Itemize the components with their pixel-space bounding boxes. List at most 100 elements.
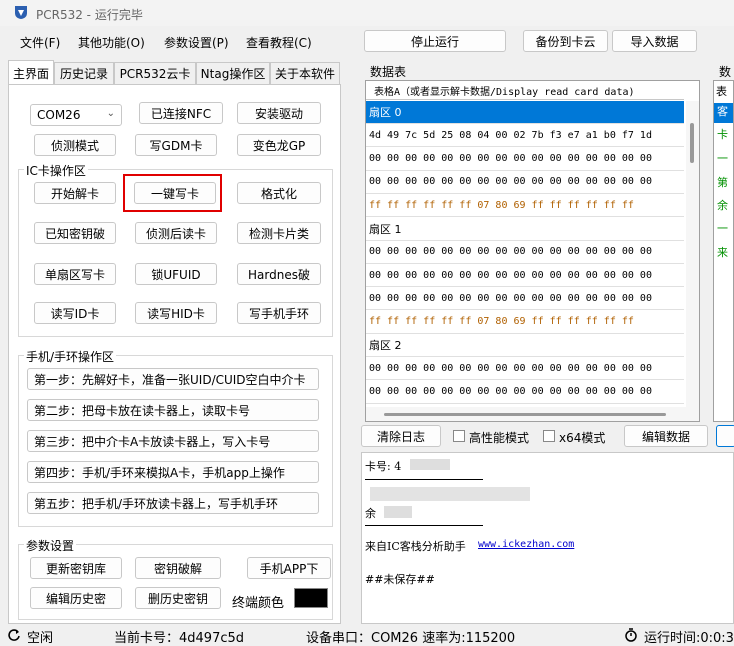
table-row[interactable]: ff ff ff ff ff ff 07 80 69 ff ff ff ff f… (366, 311, 684, 334)
log-source-link[interactable]: www.ickezhan.com (478, 539, 574, 550)
right-table-header: 表 (716, 85, 727, 98)
step-2-button[interactable]: 第二步：把母卡放在读卡器上，读取卡号 (27, 399, 319, 421)
known-key-crack-button[interactable]: 已知密钥破 (34, 222, 116, 244)
horizontal-scroll-thumb[interactable] (384, 413, 666, 416)
hardnes-crack-button[interactable]: Hardnes破 (237, 263, 321, 285)
status-current-card: 当前卡号：4d497c5d (114, 631, 245, 646)
tab-history[interactable]: 历史记录 (54, 62, 114, 84)
rw-id-card-button[interactable]: 读写ID卡 (34, 302, 116, 324)
table-row[interactable]: 00 00 00 00 00 00 00 00 00 00 00 00 00 0… (366, 381, 684, 404)
delete-history-key-button[interactable]: 删历史密钥 (135, 587, 221, 609)
data-table-label: 数据表 (370, 65, 407, 79)
table-row[interactable]: 00 00 00 00 00 00 00 00 00 00 00 00 00 0… (366, 171, 684, 194)
table-row[interactable]: 00 00 00 00 00 00 00 00 00 00 00 00 00 0… (366, 287, 684, 311)
high-perf-label: 高性能模式 (469, 431, 530, 445)
com-port-select[interactable]: COM26 ⌄ (30, 104, 122, 126)
table-header: 表格A（或者显示解卡数据/Display read card data) (366, 81, 684, 100)
step-3-button[interactable]: 第三步：把中介卡A卡放读卡器上，写入卡号 (27, 430, 319, 452)
rw-hid-card-button[interactable]: 读写HID卡 (135, 302, 217, 324)
edit-history-key-button[interactable]: 编辑历史密 (30, 587, 122, 609)
horizontal-scrollbar[interactable] (366, 407, 686, 421)
right-table-label: 数 (719, 65, 732, 79)
step-1-button[interactable]: 第一步：先解好卡，准备一张UID/CUID空白中介卡 (27, 368, 319, 390)
redacted-block (384, 506, 412, 518)
x64-label: x64模式 (559, 431, 606, 445)
right-table-item[interactable]: 第 (717, 174, 733, 194)
import-data-button[interactable]: 导入数据 (612, 30, 697, 52)
status-idle: 空闲 (27, 631, 54, 646)
sector-row[interactable]: 扇区 0 (366, 101, 684, 124)
stopwatch-icon (625, 628, 637, 642)
step-5-button[interactable]: 第五步：把手机/手环放读卡器上，写手机手环 (27, 492, 319, 514)
single-sector-write-button[interactable]: 单扇区写卡 (34, 263, 116, 285)
table-row[interactable]: 00 00 00 00 00 00 00 00 00 00 00 00 00 0… (366, 264, 684, 288)
tab-about[interactable]: 关于本软件 (270, 62, 340, 84)
write-bracelet-button[interactable]: 写手机手环 (237, 302, 321, 324)
ic-card-group-label: IC卡操作区 (24, 162, 88, 179)
table-row[interactable]: ff ff ff ff ff ff 07 80 69 ff ff ff ff f… (366, 194, 684, 218)
chevron-down-icon: ⌄ (106, 108, 115, 119)
status-runtime: 运行时间:0:0:3 (644, 631, 734, 646)
one-key-write-button[interactable]: 一键写卡 (134, 182, 216, 204)
log-divider (365, 479, 483, 480)
phone-bracelet-group-label: 手机/手环操作区 (24, 348, 117, 365)
connected-nfc-button[interactable]: 已连接NFC (139, 102, 223, 124)
title-bar: PCR532 - 运行完毕 (0, 0, 734, 26)
high-perf-checkbox[interactable] (453, 430, 465, 442)
log-area[interactable]: 卡号: 4 余 来自IC客栈分析助手 www.ickezhan.com ##未保… (361, 452, 734, 624)
clear-log-button[interactable]: 清除日志 (361, 425, 441, 447)
key-crack-button[interactable]: 密钥破解 (135, 557, 221, 579)
data-table[interactable]: 表格A（或者显示解卡数据/Display read card data) 扇区 … (365, 80, 700, 422)
right-table-item[interactable]: 卡 (717, 126, 733, 146)
format-button[interactable]: 格式化 (237, 182, 321, 204)
com-port-value: COM26 (37, 108, 81, 122)
detect-then-read-button[interactable]: 侦测后读卡 (135, 222, 217, 244)
vertical-scrollbar[interactable] (686, 101, 699, 421)
stop-button[interactable]: 停止运行 (364, 30, 506, 52)
table-row[interactable]: 00 00 00 00 00 00 00 00 00 00 00 00 00 0… (366, 357, 684, 381)
right-table-item[interactable]: 余 (717, 197, 733, 217)
lock-ufuid-button[interactable]: 锁UFUID (135, 263, 217, 285)
sector-row[interactable]: 扇区 2 (366, 334, 684, 357)
chameleon-gp-button[interactable]: 变色龙GP (237, 134, 321, 156)
status-bar: 空闲 当前卡号：4d497c5d 设备串口：COM26 速率为:115200 运… (0, 625, 734, 646)
menu-other-functions[interactable]: 其他功能(O) (78, 34, 145, 51)
more-button[interactable] (716, 425, 734, 447)
terminal-color-swatch[interactable] (294, 588, 328, 608)
table-row[interactable]: 00 00 00 00 00 00 00 00 00 00 00 00 00 0… (366, 241, 684, 264)
check-card-type-button[interactable]: 检测卡片类 (237, 222, 321, 244)
log-card-number: 卡号: 4 (365, 460, 402, 473)
sector-row[interactable]: 扇区 1 (366, 218, 684, 241)
install-driver-button[interactable]: 安装驱动 (237, 102, 321, 124)
menu-parameter-settings[interactable]: 参数设置(P) (164, 34, 229, 51)
update-key-library-button[interactable]: 更新密钥库 (30, 557, 122, 579)
backup-cloud-button[interactable]: 备份到卡云 (523, 30, 608, 52)
phone-app-download-button[interactable]: 手机APP下 (247, 557, 331, 579)
write-gdm-button[interactable]: 写GDM卡 (135, 134, 217, 156)
start-decrypt-button[interactable]: 开始解卡 (34, 182, 116, 204)
menu-view-tutorial[interactable]: 查看教程(C) (246, 34, 312, 51)
log-divider (365, 525, 483, 526)
right-table-item[interactable]: 客 (714, 103, 733, 123)
log-unsaved: ##未保存## (365, 573, 435, 586)
tab-ntag[interactable]: Ntag操作区 (196, 62, 270, 84)
tab-main[interactable]: 主界面 (8, 60, 54, 85)
status-port: 设备串口：COM26 速率为:115200 (306, 631, 516, 646)
window-title: PCR532 - 运行完毕 (36, 8, 143, 22)
table-row[interactable]: 00 00 00 00 00 00 00 00 00 00 00 00 00 0… (366, 148, 684, 171)
x64-checkbox[interactable] (543, 430, 555, 442)
right-table-item[interactable]: 来 (717, 244, 733, 264)
table-row[interactable]: 4d 49 7c 5d 25 08 04 00 02 7b f3 e7 a1 b… (366, 124, 684, 148)
right-data-table[interactable]: 表客卡一第余一来 (713, 80, 734, 422)
edit-data-button[interactable]: 编辑数据 (624, 425, 708, 447)
right-table-item[interactable]: 一 (717, 220, 733, 240)
app-logo-icon (15, 6, 27, 19)
vertical-scroll-thumb[interactable] (690, 123, 694, 163)
menu-file[interactable]: 文件(F) (20, 34, 60, 51)
step-4-button[interactable]: 第四步：手机/手环来模拟A卡，手机app上操作 (27, 461, 319, 483)
right-table-item[interactable]: 一 (717, 150, 733, 170)
detect-mode-button[interactable]: 侦测模式 (34, 134, 116, 156)
refresh-icon (8, 629, 20, 641)
tab-cloud-card[interactable]: PCR532云卡 (114, 62, 196, 84)
param-settings-group-label: 参数设置 (24, 537, 77, 554)
